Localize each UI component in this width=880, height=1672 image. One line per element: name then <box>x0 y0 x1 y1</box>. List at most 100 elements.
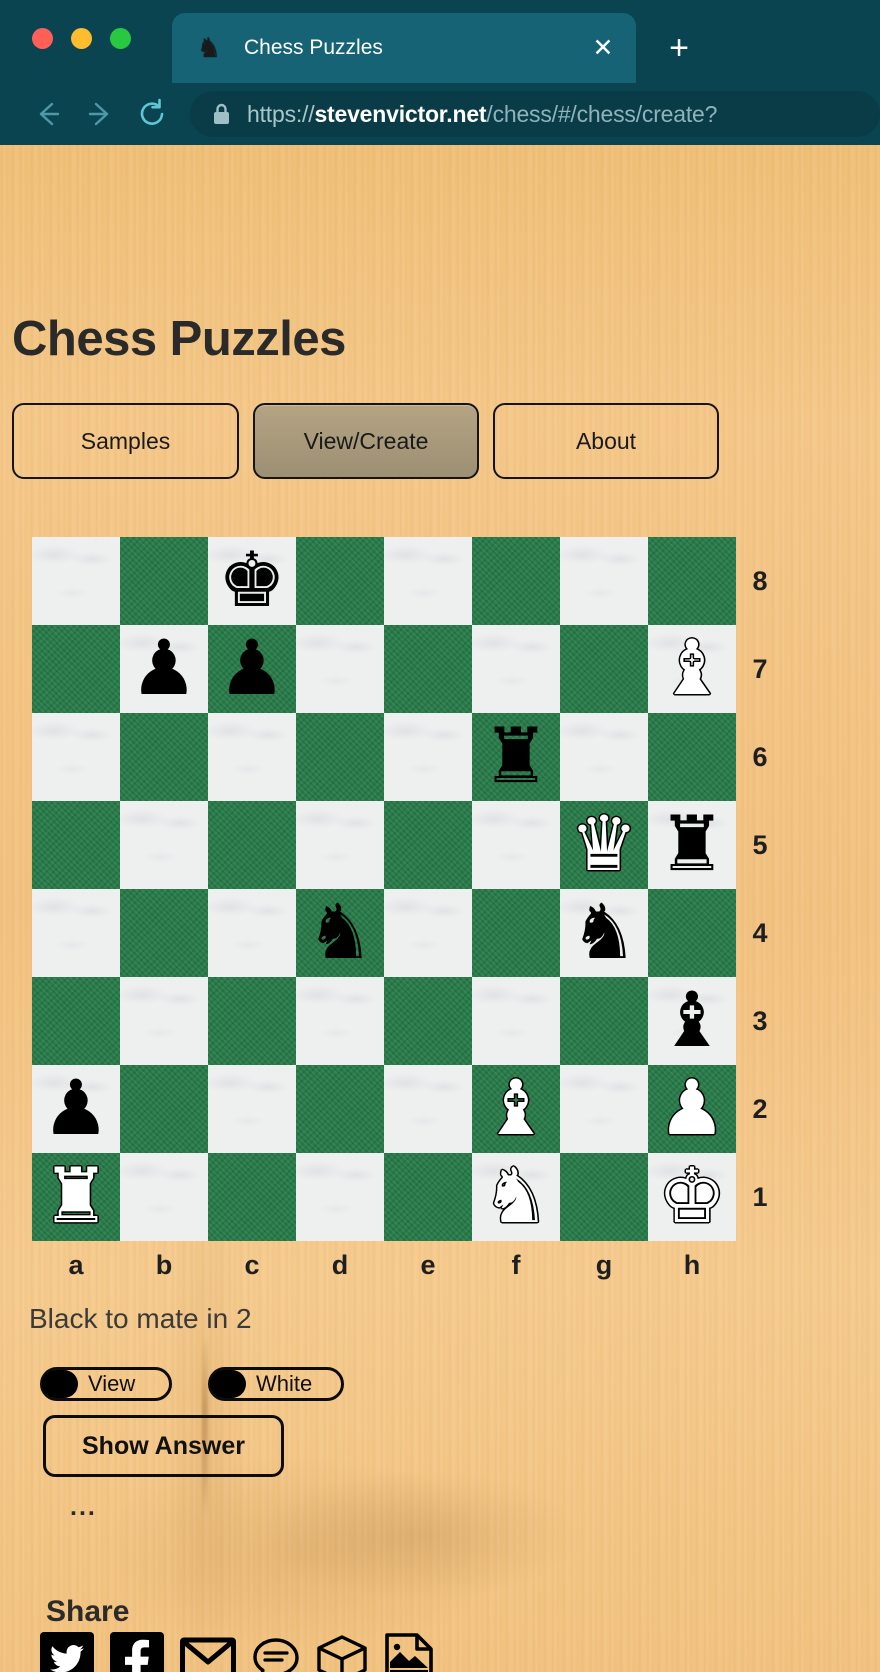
board-square-d3[interactable] <box>296 977 384 1065</box>
board-square-a4[interactable] <box>32 889 120 977</box>
board-square-d8[interactable] <box>296 537 384 625</box>
board-square-g8[interactable] <box>560 537 648 625</box>
board-square-d6[interactable] <box>296 713 384 801</box>
board-square-c4[interactable] <box>208 889 296 977</box>
board-square-h5[interactable]: ♜ <box>648 801 736 889</box>
board-square-d2[interactable] <box>296 1065 384 1153</box>
board-square-f7[interactable] <box>472 625 560 713</box>
toggle-view-mode[interactable]: View <box>40 1367 172 1401</box>
board-square-h2[interactable]: ♟ <box>648 1065 736 1153</box>
board-square-f1[interactable]: ♞ <box>472 1153 560 1241</box>
board-square-f3[interactable] <box>472 977 560 1065</box>
board-square-e7[interactable] <box>384 625 472 713</box>
board-square-g3[interactable] <box>560 977 648 1065</box>
board-square-f2[interactable]: ♝ <box>472 1065 560 1153</box>
board-square-g1[interactable] <box>560 1153 648 1241</box>
piece-black-knight-d4[interactable]: ♞ <box>296 889 384 977</box>
board-square-h4[interactable] <box>648 889 736 977</box>
comment-icon[interactable] <box>252 1635 300 1672</box>
piece-white-bishop-f2[interactable]: ♝ <box>472 1065 560 1153</box>
piece-black-rook-f6[interactable]: ♜ <box>472 713 560 801</box>
png-download-icon[interactable]: PNG <box>384 1632 434 1672</box>
piece-white-rook-a1[interactable]: ♜ <box>32 1153 120 1241</box>
board-square-d7[interactable] <box>296 625 384 713</box>
piece-black-rook-h5[interactable]: ♜ <box>648 801 736 889</box>
url-bar[interactable]: https://stevenvictor.net/chess/#/chess/c… <box>190 91 880 137</box>
board-square-h3[interactable]: ♝ <box>648 977 736 1065</box>
toggle-side-color[interactable]: White <box>208 1367 344 1401</box>
board-square-e5[interactable] <box>384 801 472 889</box>
email-icon[interactable] <box>180 1636 236 1672</box>
board-square-a1[interactable]: ♜ <box>32 1153 120 1241</box>
piece-black-pawn-b7[interactable]: ♟ <box>120 625 208 713</box>
board-square-e1[interactable] <box>384 1153 472 1241</box>
board-square-d1[interactable] <box>296 1153 384 1241</box>
piece-black-king-c8[interactable]: ♚ <box>208 537 296 625</box>
board-square-b5[interactable] <box>120 801 208 889</box>
show-answer-button[interactable]: Show Answer <box>43 1415 284 1477</box>
board-square-a5[interactable] <box>32 801 120 889</box>
board-square-d4[interactable]: ♞ <box>296 889 384 977</box>
close-icon[interactable]: ✕ <box>588 35 618 61</box>
window-close-button[interactable] <box>32 28 53 49</box>
board-square-f6[interactable]: ♜ <box>472 713 560 801</box>
board-square-h8[interactable] <box>648 537 736 625</box>
piece-black-pawn-a2[interactable]: ♟ <box>32 1065 120 1153</box>
board-square-h6[interactable] <box>648 713 736 801</box>
board-square-a3[interactable] <box>32 977 120 1065</box>
board-square-h7[interactable]: ♝ <box>648 625 736 713</box>
board-square-g7[interactable] <box>560 625 648 713</box>
new-tab-button[interactable]: + <box>662 31 696 65</box>
board-square-c5[interactable] <box>208 801 296 889</box>
board-square-g6[interactable] <box>560 713 648 801</box>
board-square-f8[interactable] <box>472 537 560 625</box>
board-square-e2[interactable] <box>384 1065 472 1153</box>
board-square-e6[interactable] <box>384 713 472 801</box>
forward-arrow-icon[interactable] <box>74 92 126 136</box>
board-square-b6[interactable] <box>120 713 208 801</box>
piece-white-king-h1[interactable]: ♚ <box>648 1153 736 1241</box>
board-square-g4[interactable]: ♞ <box>560 889 648 977</box>
board-square-b3[interactable] <box>120 977 208 1065</box>
board-square-g5[interactable]: ♛ <box>560 801 648 889</box>
board-square-c6[interactable] <box>208 713 296 801</box>
window-minimize-button[interactable] <box>71 28 92 49</box>
board-square-e4[interactable] <box>384 889 472 977</box>
box-icon[interactable] <box>316 1634 368 1672</box>
board-square-b2[interactable] <box>120 1065 208 1153</box>
browser-tab[interactable]: ♞ Chess Puzzles ✕ <box>172 13 636 83</box>
window-zoom-button[interactable] <box>110 28 131 49</box>
nav-button-view-create[interactable]: View/Create <box>253 403 479 479</box>
board-square-e3[interactable] <box>384 977 472 1065</box>
piece-black-bishop-h3[interactable]: ♝ <box>648 977 736 1065</box>
board-square-f4[interactable] <box>472 889 560 977</box>
board-square-a2[interactable]: ♟ <box>32 1065 120 1153</box>
board-square-f5[interactable] <box>472 801 560 889</box>
board-square-h1[interactable]: ♚ <box>648 1153 736 1241</box>
nav-button-about[interactable]: About <box>493 403 719 479</box>
board-square-b1[interactable] <box>120 1153 208 1241</box>
board-square-c2[interactable] <box>208 1065 296 1153</box>
board-square-c1[interactable] <box>208 1153 296 1241</box>
board-square-d5[interactable] <box>296 801 384 889</box>
board-square-a6[interactable] <box>32 713 120 801</box>
piece-black-knight-g4[interactable]: ♞ <box>560 889 648 977</box>
board-square-c7[interactable]: ♟ <box>208 625 296 713</box>
twitter-icon[interactable] <box>40 1632 94 1672</box>
reload-icon[interactable] <box>126 92 178 136</box>
piece-white-queen-g5[interactable]: ♛ <box>560 801 648 889</box>
piece-white-bishop-h7[interactable]: ♝ <box>648 625 736 713</box>
piece-black-pawn-c7[interactable]: ♟ <box>208 625 296 713</box>
piece-white-pawn-h2[interactable]: ♟ <box>648 1065 736 1153</box>
facebook-icon[interactable] <box>110 1632 164 1672</box>
board-square-b7[interactable]: ♟ <box>120 625 208 713</box>
piece-white-knight-f1[interactable]: ♞ <box>472 1153 560 1241</box>
board-square-b8[interactable] <box>120 537 208 625</box>
back-arrow-icon[interactable] <box>22 92 74 136</box>
board-square-b4[interactable] <box>120 889 208 977</box>
board-square-e8[interactable] <box>384 537 472 625</box>
board-square-c8[interactable]: ♚ <box>208 537 296 625</box>
board-square-c3[interactable] <box>208 977 296 1065</box>
chess-board[interactable]: ♚ ♟ ♟ ♝ ♜ ♛ ♜ ♞ ♞ ♝ ♟ ♝ ♟ ♜ ♞ ♚ <box>32 537 736 1241</box>
board-square-a7[interactable] <box>32 625 120 713</box>
